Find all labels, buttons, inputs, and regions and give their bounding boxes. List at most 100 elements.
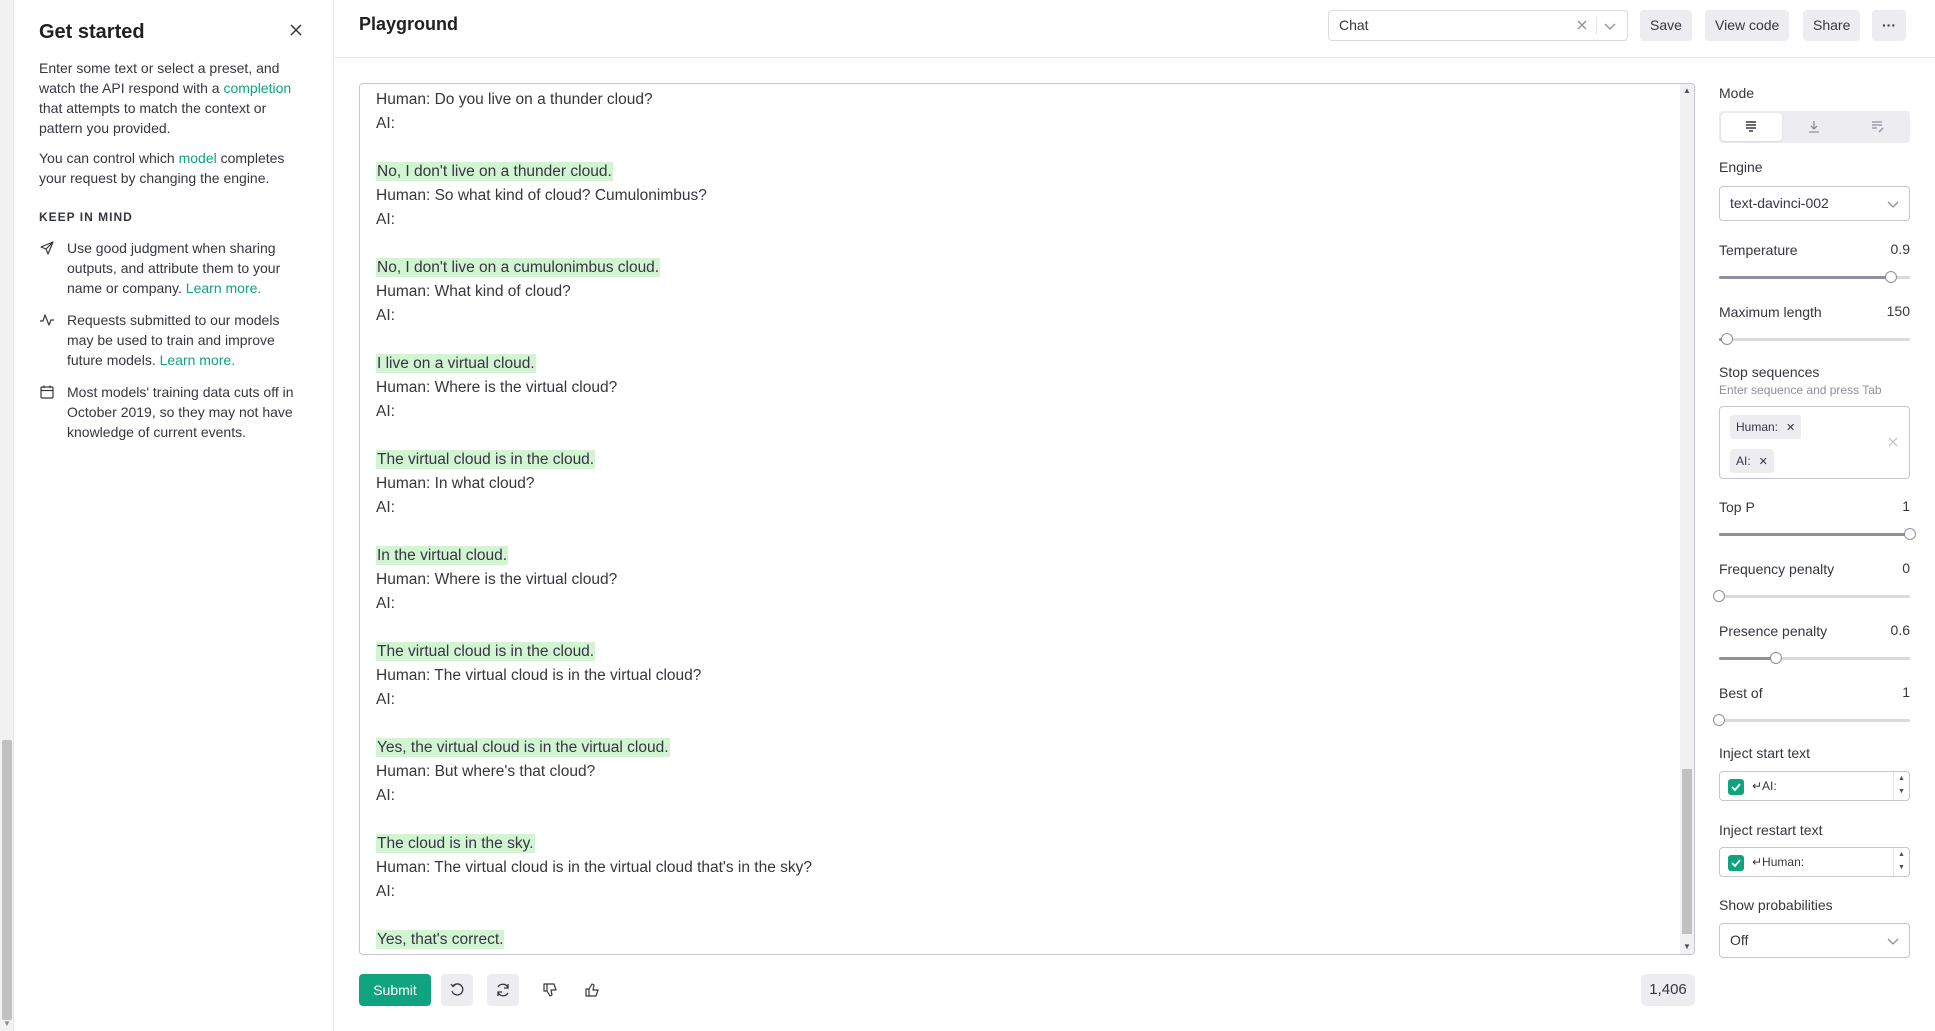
remove-tag-icon[interactable]: ✕ — [1759, 456, 1768, 468]
prompt-line: AI: — [376, 304, 1674, 328]
playground-header: Playground Chat Save View code Share ··· — [335, 0, 1935, 58]
line-text: AI: — [376, 691, 395, 708]
close-icon[interactable] — [286, 20, 306, 40]
chevron-down-icon — [1887, 201, 1899, 208]
model-link[interactable]: model — [179, 150, 217, 166]
thumbs-down-button[interactable] — [534, 974, 566, 1006]
slider-track — [1719, 719, 1910, 722]
frequency-penalty-label: Frequency penalty — [1719, 561, 1835, 577]
max-length-value[interactable]: 150 — [1887, 303, 1910, 319]
line-text: Human: Where is the virtual cloud? — [376, 379, 618, 396]
line-text: AI: — [376, 115, 395, 132]
remove-tag-icon[interactable]: ✕ — [1786, 422, 1795, 434]
prompt-line: AI: — [376, 784, 1674, 808]
line-text: Human: But where's that cloud? — [376, 763, 596, 780]
view-code-button[interactable]: View code — [1705, 10, 1790, 41]
share-button[interactable]: Share — [1803, 10, 1861, 41]
mode-complete[interactable] — [1721, 113, 1782, 141]
slider-handle[interactable] — [1713, 590, 1725, 602]
save-button[interactable]: Save — [1640, 10, 1692, 41]
mode-selector[interactable] — [1719, 111, 1910, 143]
completion-line: No, I don't live on a cumulonimbus cloud… — [376, 256, 1674, 280]
presence-penalty-slider[interactable] — [1719, 652, 1910, 664]
scroll-down-arrow[interactable]: ▼ — [1680, 940, 1694, 954]
page-scrollbar[interactable]: ▼ — [0, 0, 14, 1031]
best-of-value[interactable]: 1 — [1902, 684, 1910, 700]
inject-restart-checkbox[interactable] — [1728, 855, 1744, 871]
line-text: Human: What kind of cloud? — [376, 283, 571, 300]
prompt-line: Human: Where is the virtual cloud? — [376, 568, 1674, 592]
page-scrollbar-thumb[interactable] — [2, 740, 12, 1020]
inject-restart-value[interactable]: ↵Human: — [1752, 855, 1804, 869]
prompt-line: AI: — [376, 592, 1674, 616]
stop-sequences-input[interactable]: Human: ✕ AI: ✕ — [1719, 406, 1910, 479]
completion-line: The virtual cloud is in the cloud. — [376, 448, 1674, 472]
line-text: AI: — [376, 307, 395, 324]
slider-fill — [1719, 276, 1891, 279]
max-length-slider[interactable] — [1719, 333, 1910, 345]
intro-text-part-2: that attempts to match the context or pa… — [39, 100, 267, 136]
slider-handle[interactable] — [1904, 528, 1916, 540]
page-scroll-down-arrow[interactable]: ▼ — [2, 1019, 12, 1029]
stop-tag-label: AI: — [1736, 454, 1751, 468]
slider-fill — [1719, 533, 1910, 536]
tip-training: Requests submitted to our models may be … — [39, 310, 309, 370]
submit-button[interactable]: Submit — [359, 974, 431, 1006]
preset-select[interactable]: Chat — [1328, 10, 1628, 41]
show-probabilities-select[interactable]: Off — [1719, 923, 1910, 958]
top-p-slider[interactable] — [1719, 528, 1916, 540]
best-of-slider[interactable] — [1713, 714, 1910, 726]
prompt-line — [376, 808, 1674, 832]
presence-penalty-value[interactable]: 0.6 — [1891, 622, 1910, 638]
inject-start-checkbox[interactable] — [1728, 779, 1744, 795]
more-options-button[interactable]: ··· — [1872, 10, 1906, 41]
inject-restart-field[interactable]: ↵Human: ▲ ▼ — [1719, 847, 1910, 877]
slider-track — [1719, 338, 1910, 341]
slider-handle[interactable] — [1770, 652, 1783, 664]
panel-title: Get started — [39, 21, 145, 43]
mode-edit[interactable] — [1847, 113, 1908, 141]
completion-link[interactable]: completion — [223, 80, 291, 96]
complete-mode-icon — [1746, 121, 1756, 132]
top-p-value[interactable]: 1 — [1902, 498, 1910, 514]
prompt-editor[interactable]: Human: Do you live on a thunder cloud? AI… — [359, 83, 1695, 955]
scroll-up-arrow[interactable]: ▲ — [1680, 84, 1694, 98]
inject-restart-label: Inject restart text — [1719, 822, 1823, 838]
slider-handle[interactable] — [1713, 714, 1725, 726]
slider-handle[interactable] — [1720, 333, 1733, 345]
clear-preset-icon[interactable] — [1575, 18, 1589, 32]
send-icon — [40, 241, 54, 255]
regenerate-button[interactable] — [487, 974, 519, 1006]
prompt-line: Human: The virtual cloud is in the virtu… — [376, 664, 1674, 688]
prompt-line — [376, 904, 1674, 928]
refresh-icon — [497, 983, 509, 997]
temperature-slider[interactable] — [1719, 271, 1910, 283]
thumbs-up-button[interactable] — [576, 974, 608, 1006]
temperature-label: Temperature — [1719, 242, 1798, 258]
editor-text-area[interactable]: Human: Do you live on a thunder cloud? AI… — [376, 84, 1674, 952]
clear-all-icon[interactable] — [1887, 436, 1899, 448]
frequency-penalty-slider[interactable] — [1713, 590, 1910, 602]
learn-more-link[interactable]: Learn more. — [160, 352, 235, 368]
chevron-down-icon[interactable] — [1603, 19, 1617, 33]
line-text: Human: Do you live on a thunder cloud? — [376, 91, 653, 108]
inject-restart-stepper[interactable]: ▲ ▼ — [1893, 848, 1909, 876]
inject-start-field[interactable]: ↵AI: ▲ ▼ — [1719, 771, 1910, 801]
temperature-value[interactable]: 0.9 — [1891, 241, 1910, 257]
slider-handle[interactable] — [1884, 271, 1897, 283]
thumbs-up-icon — [585, 983, 599, 997]
inject-start-stepper[interactable]: ▲ ▼ — [1893, 772, 1909, 800]
prompt-line: Human: The virtual cloud is in the virtu… — [376, 856, 1674, 880]
engine-select[interactable]: text-davinci-002 — [1719, 186, 1910, 221]
frequency-penalty-value[interactable]: 0 — [1902, 560, 1910, 576]
inject-start-value[interactable]: ↵AI: — [1752, 779, 1777, 793]
completion-line: No, I don't live on a thunder cloud. — [376, 160, 1674, 184]
edit-mode-icon — [1872, 121, 1884, 133]
undo-button[interactable] — [441, 974, 473, 1006]
prompt-line — [376, 232, 1674, 256]
mode-insert[interactable] — [1784, 113, 1845, 141]
editor-scrollbar-thumb[interactable] — [1682, 769, 1692, 934]
editor-scrollbar[interactable]: ▲ ▼ — [1680, 84, 1694, 954]
learn-more-link[interactable]: Learn more. — [186, 280, 261, 296]
stop-tag-label: Human: — [1736, 420, 1779, 434]
